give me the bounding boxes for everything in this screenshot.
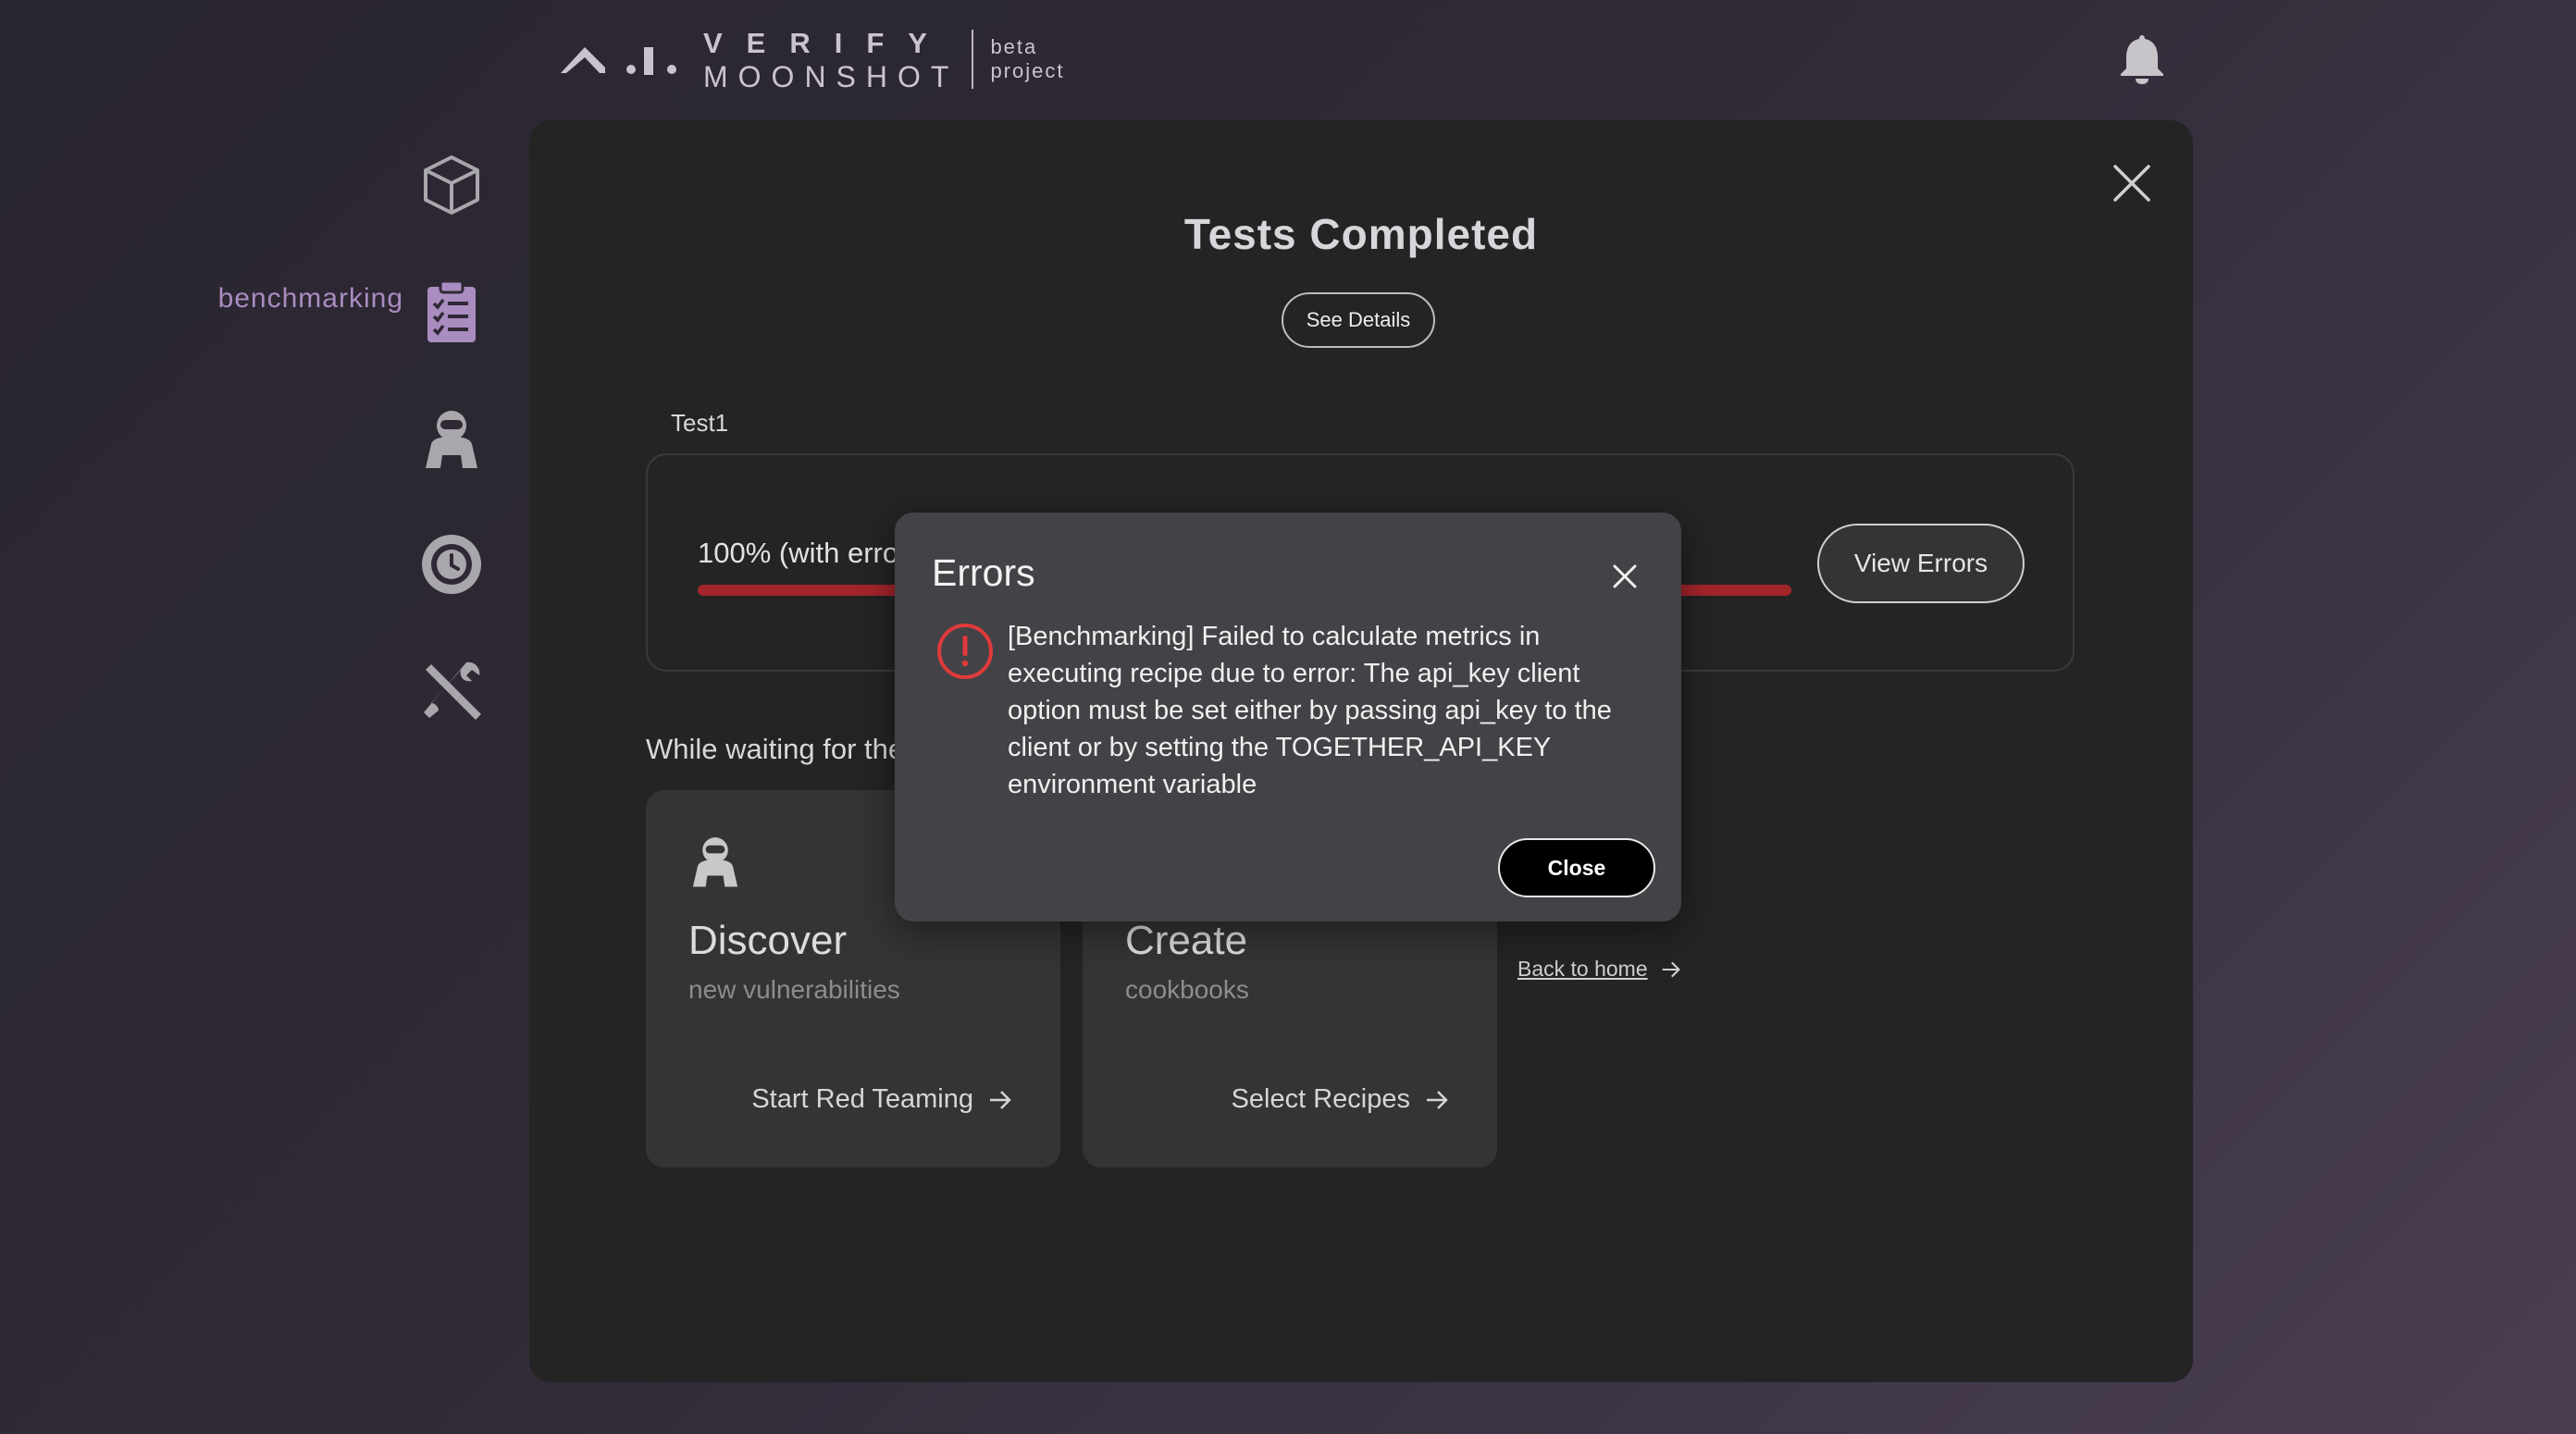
card-subtitle: new vulnerabilities [688,975,900,1004]
red-teaming-agent-icon [692,837,738,887]
project-text: project [990,59,1065,82]
see-details-button[interactable]: See Details [1282,292,1435,348]
card-subtitle: cookbooks [1125,975,1249,1004]
history-clock-icon[interactable] [418,531,485,598]
start-red-teaming-link[interactable]: Start Red Teaming [751,1084,1012,1115]
close-button[interactable]: Close [1498,838,1655,897]
card-title: Discover [688,918,848,963]
beta-project-tag: beta project [990,35,1064,83]
logo-moonshot-text: MOONSHOT [703,60,960,93]
logo-mark-icon [561,47,676,75]
back-to-home-label: Back to home [1517,957,1648,981]
arrow-right-icon [1662,961,1680,977]
logo-verify-text: VERIFY [703,27,951,59]
bell-icon[interactable] [2117,31,2167,85]
error-alert-icon [937,624,993,679]
test-name-label: Test1 [671,409,729,437]
close-icon[interactable] [1611,562,1639,590]
close-icon[interactable] [2112,163,2152,204]
tools-icon[interactable] [418,657,485,723]
app-logo[interactable]: VERIFY MOONSHOT beta project [557,26,1064,93]
errors-modal: Errors [Benchmarking] Failed to calculat… [895,513,1681,921]
view-errors-button[interactable]: View Errors [1817,524,2025,603]
card-title: Create [1125,918,1248,963]
back-to-home-link[interactable]: Back to home [1517,957,1681,982]
red-teaming-agent-icon[interactable] [418,405,485,472]
logo-divider [972,30,974,89]
error-message: [Benchmarking] Failed to calculate metri… [1008,622,1612,799]
beta-text: beta [990,35,1038,58]
modal-title: Errors [932,551,1035,594]
cube-icon[interactable] [418,152,485,218]
logo-wordmark: VERIFY MOONSHOT [703,26,959,93]
clipboard-checklist-icon[interactable] [418,279,485,346]
select-recipes-label: Select Recipes [1231,1084,1410,1114]
page-title: Tests Completed [1183,210,1539,258]
arrow-right-icon [990,1090,1011,1109]
start-red-teaming-label: Start Red Teaming [751,1084,973,1114]
arrow-right-icon [1427,1090,1448,1109]
select-recipes-link[interactable]: Select Recipes [1232,1084,1449,1115]
sidebar-item-benchmarking-label[interactable]: benchmarking [218,283,403,315]
